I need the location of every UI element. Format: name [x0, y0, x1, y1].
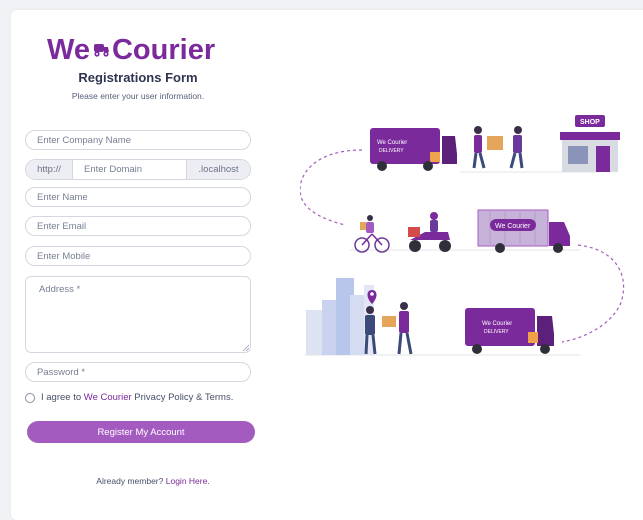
- name-input[interactable]: [25, 187, 251, 207]
- route-path: [300, 149, 363, 226]
- login-prompt: Already member? Login Here.: [25, 476, 281, 486]
- logo-text-we: We: [47, 33, 90, 66]
- login-link[interactable]: Login Here.: [166, 476, 210, 486]
- shop-building-icon: SHOP: [560, 115, 620, 172]
- form-subtitle: Please enter your user information.: [71, 91, 205, 101]
- terms-checkbox[interactable]: [25, 392, 35, 403]
- truck-label: We Courier: [377, 140, 407, 146]
- domain-input[interactable]: [73, 160, 186, 179]
- truck-sublabel: DELIVERY: [379, 148, 404, 154]
- delivery-illustration: We Courier DELIVERY SHOP We Courier We C…: [300, 115, 625, 356]
- resize-grip-icon[interactable]: [242, 344, 249, 351]
- scooter-courier-icon: [408, 212, 451, 252]
- password-input[interactable]: [25, 362, 251, 382]
- domain-suffix: .localhost: [186, 160, 250, 179]
- shop-sign: SHOP: [580, 119, 600, 126]
- agree-prefix: I agree to: [41, 392, 82, 403]
- agree-policy-text: Privacy Policy & Terms.: [134, 392, 234, 403]
- domain-input-group: http:// .localhost: [25, 159, 251, 180]
- address-textarea[interactable]: [25, 276, 251, 353]
- delivery-truck-icon: We Courier DELIVERY: [370, 128, 457, 171]
- logo-text-courier: Courier: [111, 33, 216, 66]
- mobile-input[interactable]: [25, 246, 251, 266]
- delivery-truck-icon: We Courier DELIVERY: [465, 308, 554, 354]
- register-button[interactable]: Register My Account: [27, 421, 255, 443]
- agree-brand-link[interactable]: We Courier: [84, 392, 132, 403]
- member-text: Already member?: [96, 476, 164, 486]
- route-path: [561, 244, 625, 343]
- truck-label: We Courier: [495, 223, 531, 230]
- delivery-truck-icon: We Courier: [477, 209, 570, 253]
- truck-sublabel: DELIVERY: [484, 329, 509, 335]
- brand-logo: We Courier: [47, 30, 215, 70]
- form-title: Registrations Form: [78, 70, 198, 85]
- email-input[interactable]: [25, 216, 251, 236]
- domain-prefix: http://: [26, 160, 73, 179]
- city-buildings-icon: [306, 278, 374, 355]
- truck-label: We Courier: [482, 321, 512, 327]
- scooter-logo-icon: [93, 44, 109, 57]
- company-name-input[interactable]: [25, 130, 251, 150]
- couriers-figure-icon: [472, 126, 524, 169]
- bicycle-courier-icon: [354, 215, 390, 253]
- terms-agreement: I agree to We Courier Privacy Policy & T…: [25, 392, 233, 403]
